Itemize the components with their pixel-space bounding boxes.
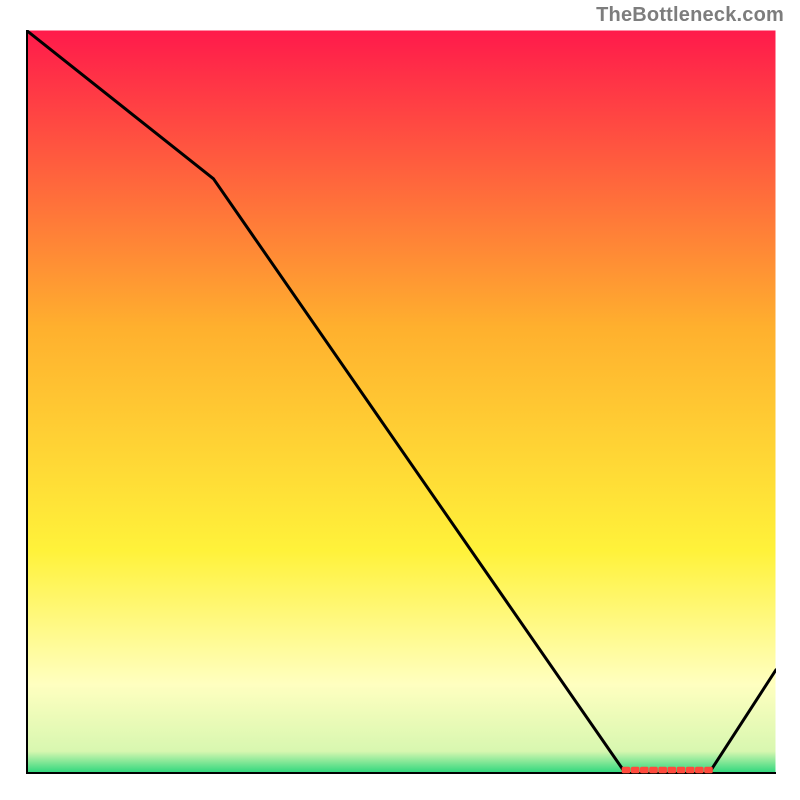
marker-dot — [686, 767, 694, 773]
marker-dot — [695, 767, 703, 773]
plot-frame — [26, 30, 776, 774]
marker-dot — [640, 767, 648, 773]
marker-dot — [622, 767, 630, 773]
marker-dot — [631, 767, 639, 773]
marker-dot — [659, 767, 667, 773]
watermark-text: TheBottleneck.com — [596, 4, 784, 27]
chart-stage: TheBottleneck.com — [0, 0, 800, 800]
marker-dot — [705, 767, 713, 773]
marker-dot — [650, 767, 658, 773]
marker-dot — [668, 767, 676, 773]
chart-svg — [26, 30, 776, 774]
marker-dot — [677, 767, 685, 773]
gradient-background — [27, 31, 776, 774]
